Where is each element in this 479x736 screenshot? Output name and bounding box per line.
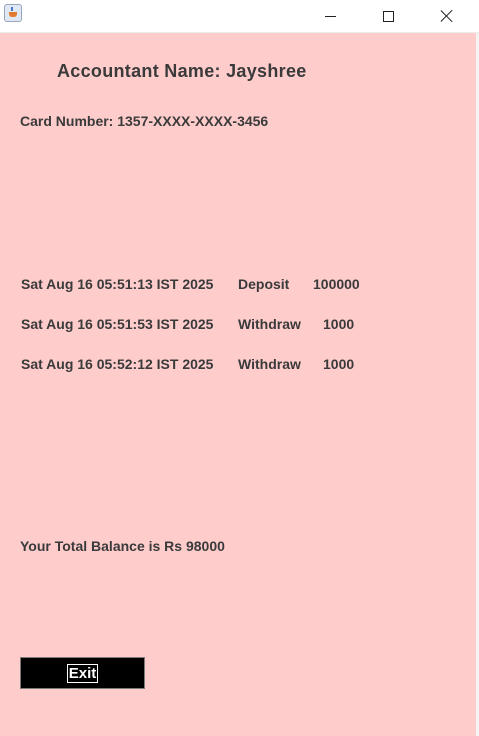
card-number: Card Number: 1357-XXXX-XXXX-3456 (20, 113, 269, 129)
close-icon (440, 9, 454, 23)
transaction-type: Deposit (238, 276, 290, 292)
minimize-icon (324, 15, 336, 17)
close-button[interactable] (418, 0, 476, 32)
steam-mark (11, 7, 13, 11)
exit-button[interactable]: Exit (20, 657, 145, 689)
maximize-button[interactable] (359, 0, 417, 32)
java-cup-icon[interactable] (4, 4, 22, 22)
transaction-amount: 1000 (323, 316, 355, 332)
cup-mark (9, 12, 17, 17)
transaction-date: Sat Aug 16 05:52:12 IST 2025 (21, 356, 214, 372)
transaction-amount: 100000 (313, 276, 360, 292)
transaction-amount: 1000 (323, 356, 355, 372)
transaction-type: Withdraw (238, 356, 301, 372)
total-balance: Your Total Balance is Rs 98000 (20, 538, 225, 554)
maximize-icon (382, 10, 394, 22)
window-titlebar[interactable] (0, 0, 479, 33)
transaction-date: Sat Aug 16 05:51:53 IST 2025 (21, 316, 214, 332)
minimize-button[interactable] (301, 0, 359, 32)
accountant-name: Accountant Name: Jayshree (57, 61, 307, 81)
transaction-date: Sat Aug 16 05:51:13 IST 2025 (21, 276, 214, 292)
exit-button-label: Exit (66, 663, 99, 683)
transaction-type: Withdraw (238, 316, 301, 332)
statement-panel (0, 33, 476, 736)
